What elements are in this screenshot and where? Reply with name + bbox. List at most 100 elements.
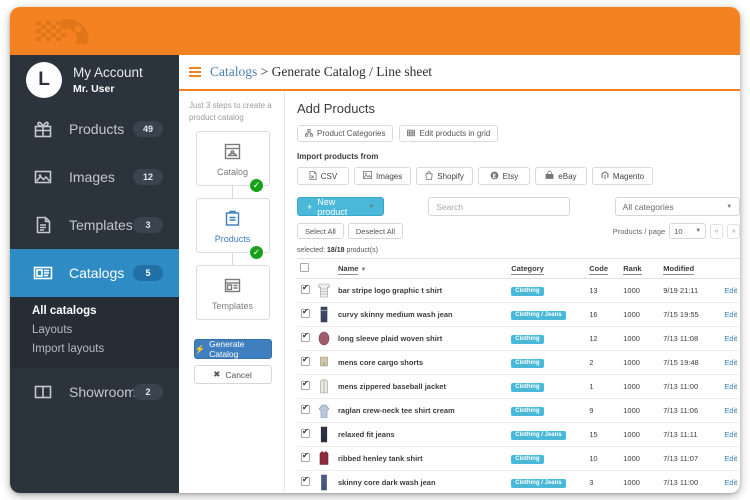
row-modified: 7/13 11:11: [660, 422, 717, 447]
row-edit-link[interactable]: Edit: [724, 286, 737, 295]
step-complete-check-icon: ✓: [249, 178, 264, 194]
import-shopify-button[interactable]: Shopify: [416, 167, 473, 185]
account-block[interactable]: L My Account Mr. User: [10, 55, 179, 105]
catalog-icon: [32, 262, 54, 284]
row-checkbox-cell[interactable]: [297, 446, 313, 471]
table-row[interactable]: raglan crew-neck tee shirt creamClothing…: [297, 398, 740, 423]
row-checkbox-cell[interactable]: [297, 326, 313, 351]
header-category[interactable]: Category: [508, 258, 587, 279]
checkbox[interactable]: [300, 263, 309, 272]
wizard-step-products[interactable]: Products ✓: [189, 198, 276, 261]
table-row[interactable]: ribbed henley tank shirtClothing 1010007/…: [297, 446, 740, 471]
wizard-step-catalog[interactable]: Catalog ✓: [189, 131, 276, 194]
row-code: 3: [586, 470, 621, 493]
header-rank[interactable]: Rank: [620, 258, 661, 279]
row-modified: 7/13 11:08: [660, 326, 717, 351]
search-input[interactable]: Search: [428, 197, 570, 216]
product-categories-button[interactable]: Product Categories: [297, 125, 394, 142]
sidebar-item-showroom[interactable]: Showroom 2: [10, 368, 179, 416]
selected-count-text: selected: 18/18 product(s): [297, 247, 740, 254]
sidebar-item-catalogs[interactable]: Catalogs 5: [10, 249, 179, 297]
pagination-controls: Products / page 10 ▼ « »: [613, 223, 740, 239]
new-product-button[interactable]: + New product ▼: [297, 197, 385, 217]
import-ebay-button[interactable]: eBay: [534, 167, 587, 185]
row-edit-link[interactable]: Edit: [724, 430, 737, 439]
row-thumbnail-cell: [313, 302, 335, 327]
row-thumbnail-cell: [313, 422, 335, 447]
category-tag: Clothing: [511, 358, 544, 368]
sidebar-item-products[interactable]: Products 49: [10, 105, 179, 153]
generate-catalog-button[interactable]: ⚡ Generate Catalog: [193, 339, 272, 360]
row-edit-link[interactable]: Edit: [724, 454, 737, 463]
etsy-circle-icon: [490, 171, 499, 182]
sidebar-item-templates[interactable]: Templates 3: [10, 201, 179, 249]
row-checkbox[interactable]: [300, 428, 310, 438]
row-checkbox[interactable]: [300, 332, 310, 342]
wizard-step-templates[interactable]: Templates: [189, 265, 276, 321]
row-checkbox-cell[interactable]: [297, 278, 313, 303]
table-row[interactable]: bar stripe logo graphic t shirtClothing 1…: [297, 278, 740, 303]
category-filter-select[interactable]: All categories ▼: [614, 197, 740, 216]
next-page-button[interactable]: »: [727, 223, 740, 239]
table-row[interactable]: relaxed fit jeansClothing / Jeans 1510007…: [297, 422, 740, 447]
table-row[interactable]: curvy skinny medium wash jeanClothing / …: [297, 302, 740, 327]
table-row[interactable]: mens core cargo shortsClothing 210007/15 …: [297, 350, 740, 375]
row-thumbnail-cell: [313, 374, 335, 399]
breadcrumb-link-catalogs[interactable]: Catalogs: [210, 64, 257, 79]
prev-page-button[interactable]: «: [710, 223, 724, 239]
import-csv-button[interactable]: CSV: [297, 167, 349, 185]
table-row[interactable]: mens zippered baseball jacketClothing 110…: [297, 374, 740, 399]
select-all-button[interactable]: Select All: [297, 223, 344, 239]
row-rank: 1000: [620, 374, 661, 399]
row-checkbox[interactable]: [300, 476, 310, 486]
row-checkbox-cell[interactable]: [297, 470, 313, 493]
row-checkbox[interactable]: [300, 356, 310, 366]
header-name[interactable]: Name ▼: [335, 258, 509, 279]
page-title: Add Products: [297, 101, 376, 116]
edit-products-label: Edit products in grid: [419, 129, 491, 138]
import-magento-button[interactable]: Magento: [591, 167, 654, 185]
subnav-item-layouts[interactable]: Layouts: [32, 321, 179, 340]
row-checkbox[interactable]: [300, 452, 310, 462]
import-etsy-button[interactable]: Etsy: [477, 167, 530, 185]
header-code[interactable]: Code: [586, 258, 621, 279]
row-name: relaxed fit jeans: [335, 422, 509, 447]
checkered-flag-logo[interactable]: [32, 15, 110, 47]
deselect-all-button[interactable]: Deselect All: [347, 223, 404, 239]
per-page-select[interactable]: 10 ▼: [669, 223, 707, 239]
row-edit-link[interactable]: Edit: [724, 358, 737, 367]
row-code: 9: [586, 398, 621, 423]
sidebar-item-badge: 2: [133, 384, 163, 400]
hamburger-icon[interactable]: [189, 67, 201, 77]
header-actions: [716, 258, 740, 279]
row-checkbox-cell[interactable]: [297, 398, 313, 423]
subnav-item-import-layouts[interactable]: Import layouts: [32, 340, 179, 359]
table-row[interactable]: skinny core dark wash jeanClothing / Jea…: [297, 470, 740, 493]
import-images-button[interactable]: Images: [354, 167, 412, 185]
row-checkbox-cell[interactable]: [297, 422, 313, 447]
sidebar-item-images[interactable]: Images 12: [10, 153, 179, 201]
row-thumbnail-cell: [313, 350, 335, 375]
row-checkbox[interactable]: [300, 284, 310, 294]
edit-products-in-grid-button[interactable]: Edit products in grid: [399, 125, 499, 142]
row-checkbox[interactable]: [300, 308, 310, 318]
sidebar-item-label: Showroom: [69, 384, 136, 400]
row-modified: 7/15 19:55: [660, 302, 717, 327]
header-modified[interactable]: Modified: [660, 258, 717, 279]
row-checkbox-cell[interactable]: [297, 374, 313, 399]
subnav-item-all-catalogs[interactable]: All catalogs: [32, 302, 179, 321]
row-edit-link[interactable]: Edit: [724, 406, 737, 415]
row-edit-link[interactable]: Edit: [724, 478, 737, 487]
row-edit-link[interactable]: Edit: [724, 310, 737, 319]
header-select-all-checkbox[interactable]: [297, 258, 313, 279]
row-category-cell: Clothing: [508, 278, 587, 303]
table-row[interactable]: long sleeve plaid woven shirtClothing 121…: [297, 326, 740, 351]
row-edit-link[interactable]: Edit: [724, 382, 737, 391]
row-checkbox[interactable]: [300, 404, 310, 414]
row-checkbox-cell[interactable]: [297, 302, 313, 327]
row-checkbox-cell[interactable]: [297, 350, 313, 375]
row-checkbox[interactable]: [300, 380, 310, 390]
cancel-button[interactable]: ✖ Cancel: [193, 365, 272, 385]
row-edit-link[interactable]: Edit: [724, 334, 737, 343]
per-page-value: 10: [674, 226, 683, 236]
